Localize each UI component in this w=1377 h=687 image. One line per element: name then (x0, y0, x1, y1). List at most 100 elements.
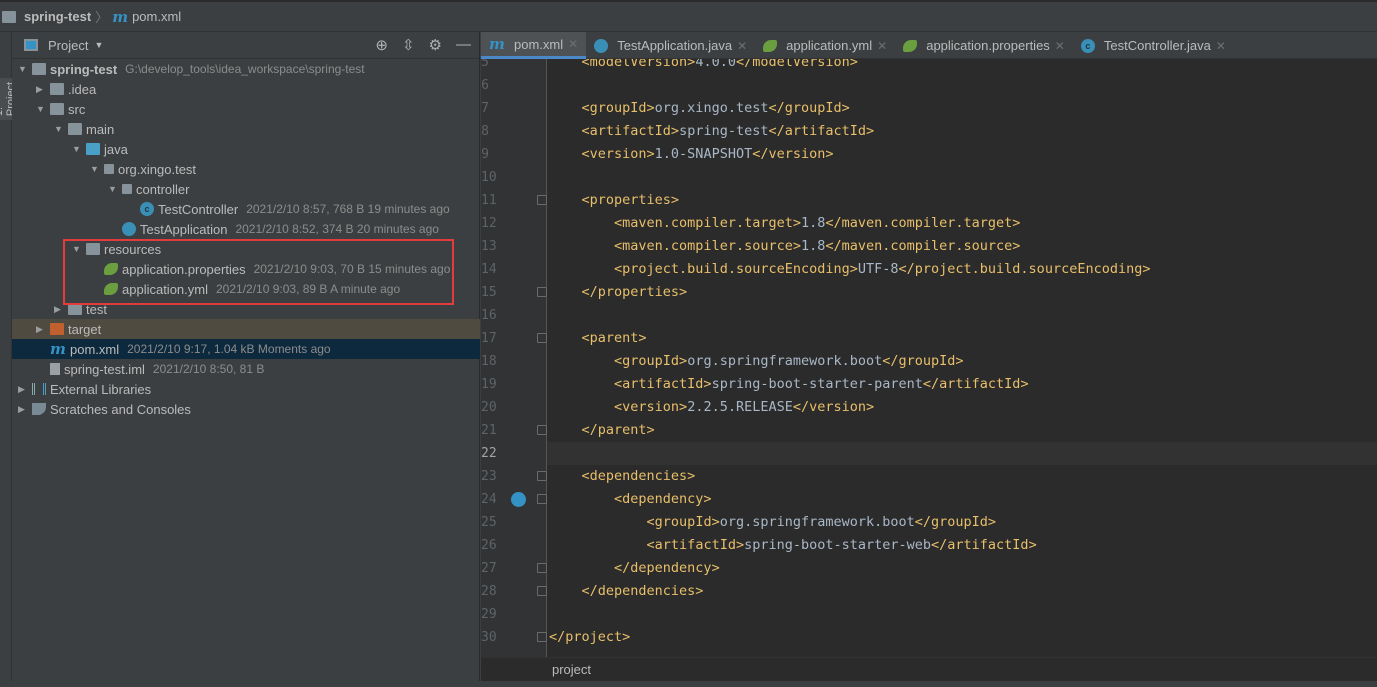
module-folder-icon (2, 10, 16, 23)
collapse-arrow-icon[interactable]: ▶ (18, 404, 32, 415)
fold-marker-icon[interactable] (537, 563, 547, 573)
folder-icon (50, 103, 64, 115)
fold-marker-icon[interactable] (537, 287, 547, 297)
tree-item[interactable]: ▼ org.xingo.test (12, 159, 480, 179)
tree-item[interactable]: c TestController 2021/2/10 8:57, 768 B 19 … (12, 199, 480, 219)
line-number: 26 (481, 538, 497, 553)
fold-marker-icon[interactable] (537, 494, 547, 504)
tab-testcontroller-java[interactable]: c TestController.java ✕ (1073, 32, 1234, 59)
tree-item[interactable]: TestApplication 2021/2/10 8:52, 374 B 20 … (12, 219, 480, 239)
tree-item[interactable]: ▼ java (12, 139, 480, 159)
class-icon: c (140, 202, 154, 216)
excluded-folder-icon (50, 323, 64, 335)
nav-project[interactable]: spring-test (24, 9, 91, 24)
line-number: 29 (481, 607, 497, 622)
gutter: 5 6 7 8 9 10 11 12 13 14 15 16 17 18 19 20 21 22 23 24 25 26 2… (481, 59, 547, 657)
project-view-selector[interactable]: Project (48, 38, 88, 53)
line-number: 23 (481, 469, 497, 484)
tree-item-label: spring-test (50, 61, 118, 77)
tree-item[interactable]: ▼ controller (12, 179, 480, 199)
expand-arrow-icon[interactable]: ▼ (90, 164, 104, 174)
code-line: <version>2.2.5.RELEASE</version> (614, 399, 875, 415)
line-number: 19 (481, 377, 497, 392)
fold-marker-icon[interactable] (537, 586, 547, 596)
code-line: <dependencies> (581, 468, 696, 484)
expand-arrow-icon[interactable]: ▼ (72, 144, 86, 154)
code-line: <modelVersion>4.0.0</modelVersion> (581, 59, 858, 70)
collapse-arrow-icon[interactable]: ▶ (18, 384, 32, 395)
collapse-arrow-icon[interactable]: ▶ (54, 304, 68, 315)
collapse-arrow-icon[interactable]: ▶ (36, 324, 50, 335)
close-icon[interactable]: ✕ (737, 39, 747, 53)
line-number: 21 (481, 423, 497, 438)
tree-item-meta: 2021/2/10 8:57, 768 B 19 minutes ago (246, 202, 450, 216)
spring-config-icon (763, 39, 778, 52)
code-editor[interactable]: 5 6 7 8 9 10 11 12 13 14 15 16 17 18 19 20 21 22 23 24 25 26 2… (481, 59, 1377, 657)
fold-marker-icon[interactable] (537, 425, 547, 435)
tab-label: TestApplication.java (617, 38, 733, 53)
tree-item-label: main (86, 121, 115, 137)
tree-item-label: spring-test.iml (64, 361, 145, 377)
collapse-all-icon[interactable]: ⇳ (402, 36, 415, 54)
line-number: 6 (481, 78, 489, 93)
code-line: <artifactId>spring-test</artifactId> (581, 123, 875, 139)
navigation-bar: spring-test 〉 m pom.xml (0, 0, 1377, 32)
spring-class-icon (594, 38, 609, 53)
collapse-arrow-icon[interactable]: ▶ (36, 84, 50, 95)
tree-item[interactable]: spring-test.iml 2021/2/10 8:50, 81 B (12, 359, 480, 379)
tree-item[interactable]: ▼ spring-test G:\develop_tools\idea_worksp… (12, 59, 480, 79)
highlight-box (63, 239, 454, 305)
line-number: 15 (481, 285, 497, 300)
folder-icon (68, 123, 82, 135)
tab-pom-xml[interactable]: m pom.xml ✕ (481, 32, 587, 59)
code-line: <maven.compiler.target>1.8</maven.compil… (614, 215, 1021, 231)
minimize-icon[interactable]: — (456, 36, 471, 54)
line-number: 18 (481, 354, 497, 369)
tree-item[interactable]: ▼ main (12, 119, 480, 139)
close-icon[interactable]: ✕ (1055, 39, 1065, 53)
code-line: <properties> (581, 192, 680, 208)
expand-arrow-icon[interactable]: ▼ (36, 104, 50, 114)
tree-item[interactable]: ▼ src (12, 99, 480, 119)
tab-application-properties[interactable]: application.properties ✕ (895, 32, 1073, 59)
locate-icon[interactable]: ⊕ (375, 36, 388, 54)
close-icon[interactable]: ✕ (1216, 39, 1226, 53)
expand-arrow-icon[interactable]: ▼ (108, 184, 122, 194)
iml-file-icon (50, 363, 60, 375)
maven-icon: m (50, 340, 66, 358)
tree-item-label: External Libraries (50, 381, 152, 397)
maven-dependency-icon[interactable] (511, 492, 526, 507)
line-number: 13 (481, 239, 497, 254)
tree-item[interactable]: m pom.xml 2021/2/10 9:17, 1.04 kB Moments … (12, 339, 480, 359)
tree-item-meta: G:\develop_tools\idea_workspace\spring-t… (125, 62, 365, 76)
fold-marker-icon[interactable] (537, 195, 547, 205)
tree-item[interactable]: ▶ External Libraries (12, 379, 480, 399)
line-number: 17 (481, 331, 497, 346)
close-icon[interactable]: ✕ (877, 39, 887, 53)
code-line: </dependencies> (581, 583, 704, 599)
tree-item[interactable]: ▶ .idea (12, 79, 480, 99)
code-line: <version>1.0-SNAPSHOT</version> (581, 146, 834, 162)
editor-breadcrumb[interactable]: project (481, 657, 1377, 681)
fold-marker-icon[interactable] (537, 632, 547, 642)
code-line: <groupId>org.springframework.boot</group… (646, 514, 997, 530)
tree-item[interactable]: ▶ Scratches and Consoles (12, 399, 480, 419)
line-number: 16 (481, 308, 497, 323)
tab-label: TestController.java (1103, 38, 1211, 53)
close-icon[interactable]: ✕ (568, 37, 578, 51)
tree-item[interactable]: ▶ target (12, 319, 480, 339)
line-number: 10 (481, 170, 497, 185)
fold-marker-icon[interactable] (537, 333, 547, 343)
expand-arrow-icon[interactable]: ▼ (18, 64, 32, 74)
code-line: </parent> (581, 422, 655, 438)
libraries-icon (32, 383, 46, 395)
tree-item-label: controller (136, 181, 190, 197)
expand-arrow-icon[interactable]: ▼ (54, 124, 68, 134)
chevron-down-icon[interactable]: ▼ (94, 40, 103, 50)
tab-application-yml[interactable]: application.yml ✕ (755, 32, 895, 59)
tab-testapplication-java[interactable]: TestApplication.java ✕ (586, 32, 755, 59)
fold-marker-icon[interactable] (537, 471, 547, 481)
gear-icon[interactable]: ⚙ (429, 36, 442, 54)
nav-file[interactable]: pom.xml (132, 9, 181, 24)
code-line: <parent> (581, 330, 647, 346)
